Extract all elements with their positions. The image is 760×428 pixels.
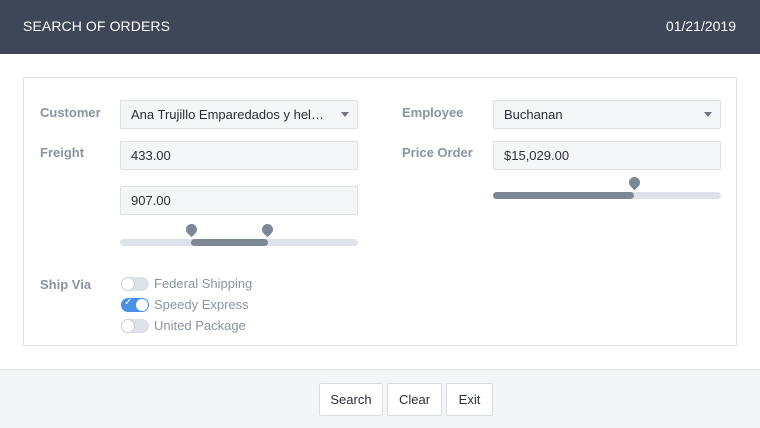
- toggle-knob: [136, 299, 148, 311]
- search-button[interactable]: Search: [319, 383, 383, 416]
- toggle-knob: [122, 320, 134, 332]
- employee-select[interactable]: Buchanan: [493, 100, 721, 129]
- federal-shipping-toggle[interactable]: [121, 277, 149, 291]
- price-order-handle[interactable]: [626, 174, 643, 191]
- page-title: SEARCH OF ORDERS: [23, 18, 171, 34]
- price-order-label: Price Order: [402, 145, 473, 160]
- footer-bar: Search Clear Exit: [0, 369, 760, 428]
- speedy-express-toggle[interactable]: ✓: [121, 297, 149, 312]
- ship-via-label: Ship Via: [40, 277, 92, 292]
- customer-label: Customer: [40, 105, 101, 120]
- freight-min-input[interactable]: 433.00: [120, 141, 358, 170]
- employee-value: Buchanan: [504, 107, 563, 122]
- price-order-value: $15,029.00: [504, 148, 570, 163]
- freight-min-handle[interactable]: [183, 221, 200, 238]
- employee-label: Employee: [402, 105, 464, 120]
- price-order-slider[interactable]: [493, 192, 721, 199]
- freight-min-value: 433.00: [131, 148, 171, 163]
- freight-max-value: 907.00: [131, 193, 171, 208]
- page-header: SEARCH OF ORDERS 01/21/2019: [0, 0, 760, 54]
- freight-max-handle[interactable]: [259, 221, 276, 238]
- header-date: 01/21/2019: [665, 18, 736, 34]
- clear-button[interactable]: Clear: [387, 383, 442, 416]
- search-panel: Customer Ana Trujillo Emparedados y hela…: [23, 77, 737, 346]
- chevron-down-icon: [341, 112, 349, 117]
- freight-range-slider[interactable]: [120, 239, 358, 246]
- price-order-input[interactable]: $15,029.00: [493, 141, 721, 170]
- freight-label: Freight: [40, 145, 85, 160]
- exit-button[interactable]: Exit: [446, 383, 493, 416]
- federal-shipping-label: Federal Shipping: [154, 276, 253, 291]
- freight-range-fill: [191, 239, 268, 246]
- chevron-down-icon: [704, 112, 712, 117]
- check-icon: ✓: [124, 297, 133, 308]
- freight-max-input[interactable]: 907.00: [120, 186, 358, 215]
- price-order-fill: [493, 192, 635, 199]
- united-package-label: United Package: [154, 318, 246, 333]
- customer-select[interactable]: Ana Trujillo Emparedados y hela…: [120, 100, 358, 129]
- speedy-express-label: Speedy Express: [154, 297, 249, 312]
- customer-value: Ana Trujillo Emparedados y hela…: [131, 107, 332, 122]
- toggle-knob: [122, 278, 134, 290]
- united-package-toggle[interactable]: [121, 319, 149, 333]
